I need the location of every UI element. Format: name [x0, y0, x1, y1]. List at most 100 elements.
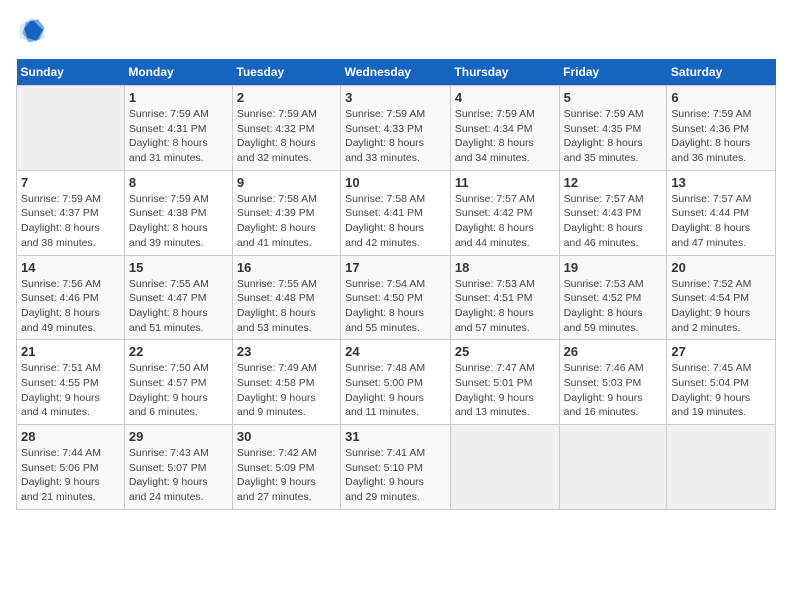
calendar-cell: 1 Sunrise: 7:59 AM Sunset: 4:31 PM Daylig… [124, 86, 232, 171]
day-number: 24 [345, 344, 446, 359]
day-info: Sunrise: 7:49 AM Sunset: 4:58 PM Dayligh… [237, 361, 336, 420]
day-info: Sunrise: 7:57 AM Sunset: 4:42 PM Dayligh… [455, 192, 555, 251]
day-number: 23 [237, 344, 336, 359]
day-number: 31 [345, 429, 446, 444]
calendar-cell: 26 Sunrise: 7:46 AM Sunset: 5:03 PM Dayli… [559, 340, 667, 425]
calendar-cell: 21Sunrise: 7:51 AM Sunset: 4:55 PM Dayli… [17, 340, 125, 425]
day-info: Sunrise: 7:59 AM Sunset: 4:34 PM Dayligh… [455, 107, 555, 166]
calendar-cell: 2 Sunrise: 7:59 AM Sunset: 4:32 PM Daylig… [232, 86, 340, 171]
calendar-cell: 15 Sunrise: 7:55 AM Sunset: 4:47 PM Dayli… [124, 255, 232, 340]
day-number: 13 [671, 175, 771, 190]
day-info: Sunrise: 7:55 AM Sunset: 4:48 PM Dayligh… [237, 277, 336, 336]
day-info: Sunrise: 7:48 AM Sunset: 5:00 PM Dayligh… [345, 361, 446, 420]
calendar-cell [450, 425, 559, 510]
day-info: Sunrise: 7:43 AM Sunset: 5:07 PM Dayligh… [129, 446, 228, 505]
day-number: 12 [564, 175, 663, 190]
calendar-cell: 5Sunrise: 7:59 AM Sunset: 4:35 PM Daylig… [559, 86, 667, 171]
calendar-cell: 22 Sunrise: 7:50 AM Sunset: 4:57 PM Dayli… [124, 340, 232, 425]
calendar-cell [559, 425, 667, 510]
calendar-cell: 30 Sunrise: 7:42 AM Sunset: 5:09 PM Dayli… [232, 425, 340, 510]
day-number: 28 [21, 429, 120, 444]
day-number: 22 [129, 344, 228, 359]
week-row-4: 21Sunrise: 7:51 AM Sunset: 4:55 PM Dayli… [17, 340, 776, 425]
calendar-cell: 7Sunrise: 7:59 AM Sunset: 4:37 PM Daylig… [17, 170, 125, 255]
calendar-cell: 20 Sunrise: 7:52 AM Sunset: 4:54 PM Dayli… [667, 255, 776, 340]
day-info: Sunrise: 7:59 AM Sunset: 4:32 PM Dayligh… [237, 107, 336, 166]
day-info: Sunrise: 7:57 AM Sunset: 4:44 PM Dayligh… [671, 192, 771, 251]
calendar-cell: 12 Sunrise: 7:57 AM Sunset: 4:43 PM Dayli… [559, 170, 667, 255]
logo-icon [18, 16, 46, 44]
day-info: Sunrise: 7:46 AM Sunset: 5:03 PM Dayligh… [564, 361, 663, 420]
day-number: 14 [21, 260, 120, 275]
day-info: Sunrise: 7:47 AM Sunset: 5:01 PM Dayligh… [455, 361, 555, 420]
calendar-cell: 8Sunrise: 7:59 AM Sunset: 4:38 PM Daylig… [124, 170, 232, 255]
day-info: Sunrise: 7:56 AM Sunset: 4:46 PM Dayligh… [21, 277, 120, 336]
day-info: Sunrise: 7:44 AM Sunset: 5:06 PM Dayligh… [21, 446, 120, 505]
day-number: 20 [671, 260, 771, 275]
calendar-cell [667, 425, 776, 510]
day-header-wednesday: Wednesday [341, 59, 451, 86]
calendar-cell: 24 Sunrise: 7:48 AM Sunset: 5:00 PM Dayli… [341, 340, 451, 425]
calendar-cell: 28 Sunrise: 7:44 AM Sunset: 5:06 PM Dayli… [17, 425, 125, 510]
day-info: Sunrise: 7:51 AM Sunset: 4:55 PM Dayligh… [21, 361, 120, 420]
day-info: Sunrise: 7:59 AM Sunset: 4:33 PM Dayligh… [345, 107, 446, 166]
logo [16, 16, 50, 49]
week-row-5: 28 Sunrise: 7:44 AM Sunset: 5:06 PM Dayli… [17, 425, 776, 510]
day-info: Sunrise: 7:58 AM Sunset: 4:39 PM Dayligh… [237, 192, 336, 251]
day-info: Sunrise: 7:58 AM Sunset: 4:41 PM Dayligh… [345, 192, 446, 251]
day-number: 2 [237, 90, 336, 105]
calendar-cell: 10 Sunrise: 7:58 AM Sunset: 4:41 PM Dayli… [341, 170, 451, 255]
week-row-2: 7Sunrise: 7:59 AM Sunset: 4:37 PM Daylig… [17, 170, 776, 255]
day-number: 18 [455, 260, 555, 275]
day-number: 10 [345, 175, 446, 190]
day-number: 3 [345, 90, 446, 105]
day-info: Sunrise: 7:41 AM Sunset: 5:10 PM Dayligh… [345, 446, 446, 505]
day-number: 4 [455, 90, 555, 105]
day-info: Sunrise: 7:57 AM Sunset: 4:43 PM Dayligh… [564, 192, 663, 251]
day-number: 30 [237, 429, 336, 444]
day-number: 27 [671, 344, 771, 359]
day-info: Sunrise: 7:59 AM Sunset: 4:36 PM Dayligh… [671, 107, 771, 166]
day-header-sunday: Sunday [17, 59, 125, 86]
day-info: Sunrise: 7:42 AM Sunset: 5:09 PM Dayligh… [237, 446, 336, 505]
day-number: 9 [237, 175, 336, 190]
day-info: Sunrise: 7:52 AM Sunset: 4:54 PM Dayligh… [671, 277, 771, 336]
page-header [16, 16, 776, 49]
calendar-cell: 3 Sunrise: 7:59 AM Sunset: 4:33 PM Daylig… [341, 86, 451, 171]
calendar-cell: 31 Sunrise: 7:41 AM Sunset: 5:10 PM Dayli… [341, 425, 451, 510]
calendar-cell: 29 Sunrise: 7:43 AM Sunset: 5:07 PM Dayli… [124, 425, 232, 510]
calendar-cell: 19Sunrise: 7:53 AM Sunset: 4:52 PM Dayli… [559, 255, 667, 340]
calendar-cell: 9 Sunrise: 7:58 AM Sunset: 4:39 PM Daylig… [232, 170, 340, 255]
day-info: Sunrise: 7:59 AM Sunset: 4:38 PM Dayligh… [129, 192, 228, 251]
calendar-cell: 16 Sunrise: 7:55 AM Sunset: 4:48 PM Dayli… [232, 255, 340, 340]
calendar-cell: 25 Sunrise: 7:47 AM Sunset: 5:01 PM Dayli… [450, 340, 559, 425]
week-row-3: 14 Sunrise: 7:56 AM Sunset: 4:46 PM Dayli… [17, 255, 776, 340]
day-number: 26 [564, 344, 663, 359]
calendar-cell: 13 Sunrise: 7:57 AM Sunset: 4:44 PM Dayli… [667, 170, 776, 255]
day-number: 6 [671, 90, 771, 105]
day-info: Sunrise: 7:59 AM Sunset: 4:31 PM Dayligh… [129, 107, 228, 166]
day-header-saturday: Saturday [667, 59, 776, 86]
day-number: 7 [21, 175, 120, 190]
day-info: Sunrise: 7:53 AM Sunset: 4:51 PM Dayligh… [455, 277, 555, 336]
day-header-monday: Monday [124, 59, 232, 86]
day-header-tuesday: Tuesday [232, 59, 340, 86]
calendar-cell [17, 86, 125, 171]
day-info: Sunrise: 7:50 AM Sunset: 4:57 PM Dayligh… [129, 361, 228, 420]
calendar-cell: 27Sunrise: 7:45 AM Sunset: 5:04 PM Dayli… [667, 340, 776, 425]
day-header-thursday: Thursday [450, 59, 559, 86]
week-row-1: 1 Sunrise: 7:59 AM Sunset: 4:31 PM Daylig… [17, 86, 776, 171]
day-number: 15 [129, 260, 228, 275]
day-info: Sunrise: 7:55 AM Sunset: 4:47 PM Dayligh… [129, 277, 228, 336]
day-number: 1 [129, 90, 228, 105]
calendar-cell: 17Sunrise: 7:54 AM Sunset: 4:50 PM Dayli… [341, 255, 451, 340]
day-number: 25 [455, 344, 555, 359]
day-number: 29 [129, 429, 228, 444]
calendar-cell: 23 Sunrise: 7:49 AM Sunset: 4:58 PM Dayli… [232, 340, 340, 425]
calendar-cell: 11Sunrise: 7:57 AM Sunset: 4:42 PM Dayli… [450, 170, 559, 255]
calendar-cell: 6 Sunrise: 7:59 AM Sunset: 4:36 PM Daylig… [667, 86, 776, 171]
day-number: 16 [237, 260, 336, 275]
calendar-table: SundayMondayTuesdayWednesdayThursdayFrid… [16, 59, 776, 510]
header-row: SundayMondayTuesdayWednesdayThursdayFrid… [17, 59, 776, 86]
calendar-cell: 4 Sunrise: 7:59 AM Sunset: 4:34 PM Daylig… [450, 86, 559, 171]
